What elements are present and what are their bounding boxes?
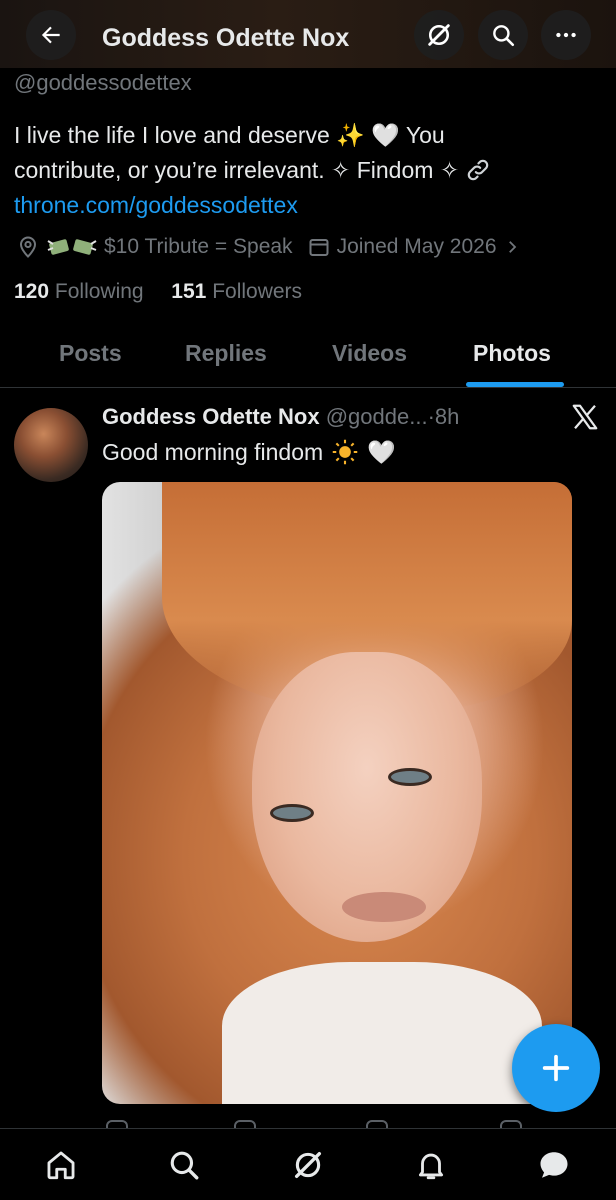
link-icon (468, 159, 489, 181)
post-body: Good morning findom (102, 438, 324, 465)
more-icon (556, 32, 576, 38)
avatar[interactable] (14, 408, 88, 482)
compose-button[interactable] (512, 1024, 600, 1112)
post-text: Good morning findom 🤍 (102, 438, 396, 466)
post-actions-peek (102, 1116, 572, 1128)
photo-lips (342, 892, 426, 922)
bio-line-1-end: You (405, 122, 445, 148)
tribute-text: $10 Tribute = Speak (104, 235, 293, 258)
sparkle-glyph-left: ✧ (331, 157, 351, 183)
search-button[interactable] (478, 10, 528, 60)
post-handle: @godde... (325, 404, 428, 429)
back-arrow-icon (41, 26, 60, 44)
bio-findom: Findom (356, 157, 434, 183)
bio-line-1: I live the life I love and deserve (14, 122, 330, 148)
chat-bubble-icon (540, 1152, 568, 1178)
followers-count: 151 (171, 280, 207, 303)
calendar-icon (309, 239, 329, 256)
nav-home[interactable] (39, 1143, 83, 1187)
grok-icon (294, 1151, 322, 1179)
nav-grok[interactable] (286, 1143, 330, 1187)
x-logo-icon (572, 404, 598, 430)
joined-item[interactable]: Joined May 2026 (307, 235, 527, 259)
location-item: $10 Tribute = Speak (16, 235, 293, 259)
home-icon (47, 1151, 75, 1180)
search-icon (493, 25, 515, 47)
sun-icon (332, 439, 358, 465)
post-photo[interactable] (102, 482, 572, 1104)
chevron-right-icon (508, 241, 516, 253)
bio-line-2: contribute, or you’re irrelevant. (14, 157, 325, 183)
profile-handle: @goddessodettex (14, 70, 192, 95)
tab-videos[interactable]: Videos (332, 340, 407, 367)
followers-link[interactable]: 151 Followers (171, 280, 302, 303)
tab-posts[interactable]: Posts (59, 340, 122, 367)
nav-search[interactable] (162, 1143, 206, 1187)
sparkle-glyph-right: ✧ (439, 157, 460, 183)
joined-date: Joined May 2026 (336, 235, 497, 258)
photo-eye-left (270, 804, 314, 822)
photo-shirt (222, 962, 542, 1104)
more-options-button[interactable] (541, 10, 591, 60)
profile-meta: $10 Tribute = Speak Joined May 2026 (16, 230, 541, 264)
follow-stats: 120 Following 151 Followers (14, 280, 302, 304)
bottom-nav (0, 1128, 616, 1200)
followers-label: Followers (212, 280, 303, 303)
following-label: Following (54, 280, 144, 303)
nav-notifications[interactable] (409, 1143, 453, 1187)
following-link[interactable]: 120 Following (14, 280, 144, 303)
profile-tabs: Posts Replies Videos Photos (0, 322, 616, 388)
sparkles-emoji: ✨ (336, 122, 365, 148)
money-wings-icon (47, 239, 97, 255)
plus-icon (542, 1054, 570, 1082)
profile-bio: I live the life I love and deserve ✨ 🤍 Y… (14, 118, 604, 223)
profile-link[interactable]: throne.com/goddessodettex (14, 188, 604, 223)
following-count: 120 (14, 280, 50, 303)
post-time: 8h (434, 404, 460, 429)
white-heart-emoji: 🤍 (371, 122, 400, 148)
photo-eye-right (388, 768, 432, 786)
back-button[interactable] (26, 10, 76, 60)
bell-icon (418, 1153, 444, 1180)
post-heart-emoji: 🤍 (367, 438, 396, 465)
tab-photos[interactable]: Photos (473, 340, 551, 367)
post-separator: · (427, 404, 435, 429)
search-icon (170, 1151, 199, 1180)
location-pin-icon (19, 236, 37, 258)
active-tab-indicator (466, 382, 564, 387)
tab-replies[interactable]: Replies (185, 340, 267, 367)
grok-icon (428, 24, 450, 46)
nav-messages[interactable] (532, 1143, 576, 1187)
post-header: Goddess Odette Nox @godde...·8h (102, 404, 459, 430)
post-author[interactable]: Goddess Odette Nox (102, 404, 320, 429)
grok-button[interactable] (414, 10, 464, 60)
page-title: Goddess Odette Nox (102, 24, 350, 52)
